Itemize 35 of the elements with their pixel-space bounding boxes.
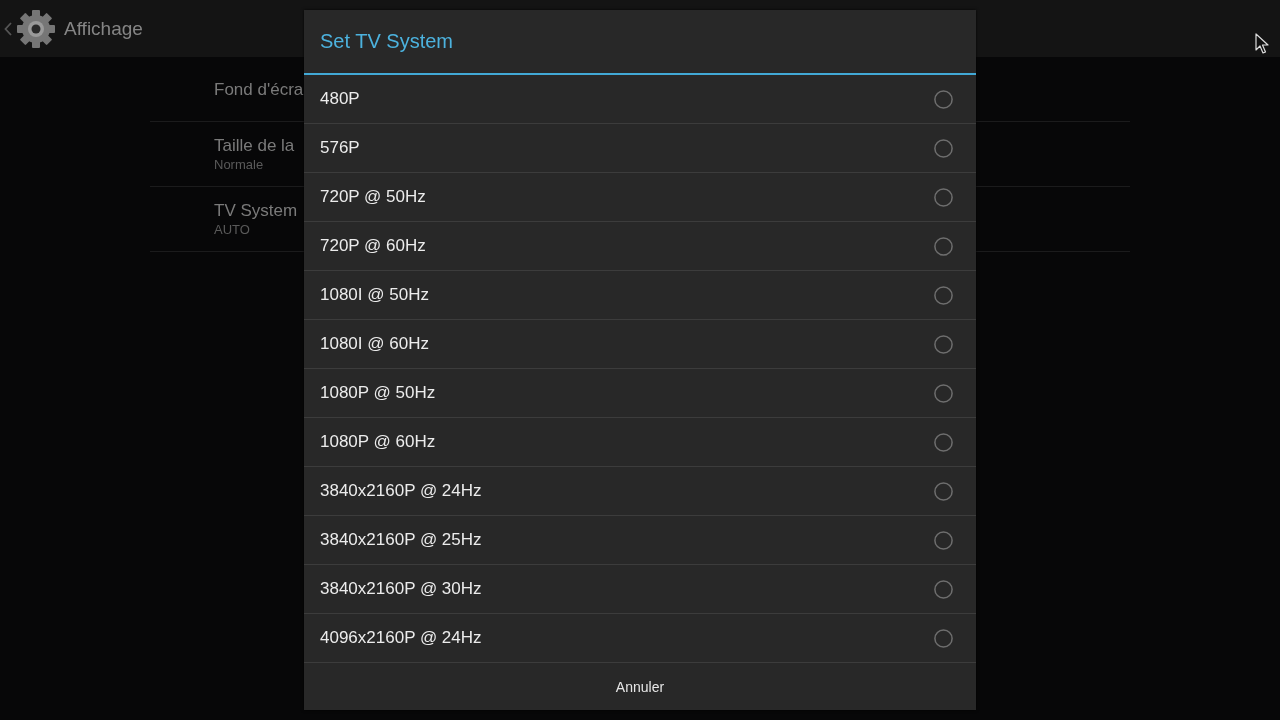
radio-icon[interactable] bbox=[934, 579, 953, 599]
tv-system-option[interactable]: 3840x2160P @ 25Hz bbox=[304, 516, 976, 565]
tv-system-option[interactable]: 720P @ 60Hz bbox=[304, 222, 976, 271]
tv-system-option[interactable]: 3840x2160P @ 30Hz bbox=[304, 565, 976, 614]
radio-icon[interactable] bbox=[934, 187, 953, 207]
radio-icon[interactable] bbox=[934, 530, 953, 550]
tv-system-option[interactable]: 720P @ 50Hz bbox=[304, 173, 976, 222]
dialog-title: Set TV System bbox=[320, 30, 453, 53]
radio-icon[interactable] bbox=[934, 89, 953, 109]
setting-title[interactable]: Fond d'écra bbox=[214, 78, 304, 100]
radio-icon[interactable] bbox=[934, 334, 953, 354]
tv-system-option[interactable]: 3840x2160P @ 24Hz bbox=[304, 467, 976, 516]
cancel-button[interactable]: Annuler bbox=[304, 663, 976, 710]
radio-icon[interactable] bbox=[934, 481, 953, 501]
tv-system-option[interactable]: 4096x2160P @ 24Hz bbox=[304, 614, 976, 663]
cursor-icon bbox=[1255, 33, 1269, 54]
radio-icon[interactable] bbox=[934, 285, 953, 305]
radio-icon[interactable] bbox=[934, 383, 953, 403]
tv-system-option[interactable]: 480P bbox=[304, 75, 976, 124]
radio-icon[interactable] bbox=[934, 628, 953, 648]
tv-system-option[interactable]: 576P bbox=[304, 124, 976, 173]
gear-icon bbox=[16, 8, 56, 49]
tv-system-option[interactable]: 1080P @ 60Hz bbox=[304, 418, 976, 467]
radio-icon[interactable] bbox=[934, 432, 953, 452]
radio-icon[interactable] bbox=[934, 138, 953, 158]
screen-title: Affichage bbox=[64, 17, 143, 40]
setting-summary: Normale bbox=[214, 156, 264, 173]
setting-title[interactable]: Taille de la bbox=[214, 135, 295, 156]
setting-title[interactable]: TV System bbox=[214, 200, 298, 221]
radio-icon[interactable] bbox=[934, 236, 953, 256]
chevron-left-icon[interactable] bbox=[4, 21, 12, 36]
tv-system-option[interactable]: 1080I @ 50Hz bbox=[304, 271, 976, 320]
setting-summary: AUTO bbox=[214, 221, 250, 238]
tv-system-option[interactable]: 1080I @ 60Hz bbox=[304, 320, 976, 369]
tv-system-option[interactable]: 1080P @ 50Hz bbox=[304, 369, 976, 418]
